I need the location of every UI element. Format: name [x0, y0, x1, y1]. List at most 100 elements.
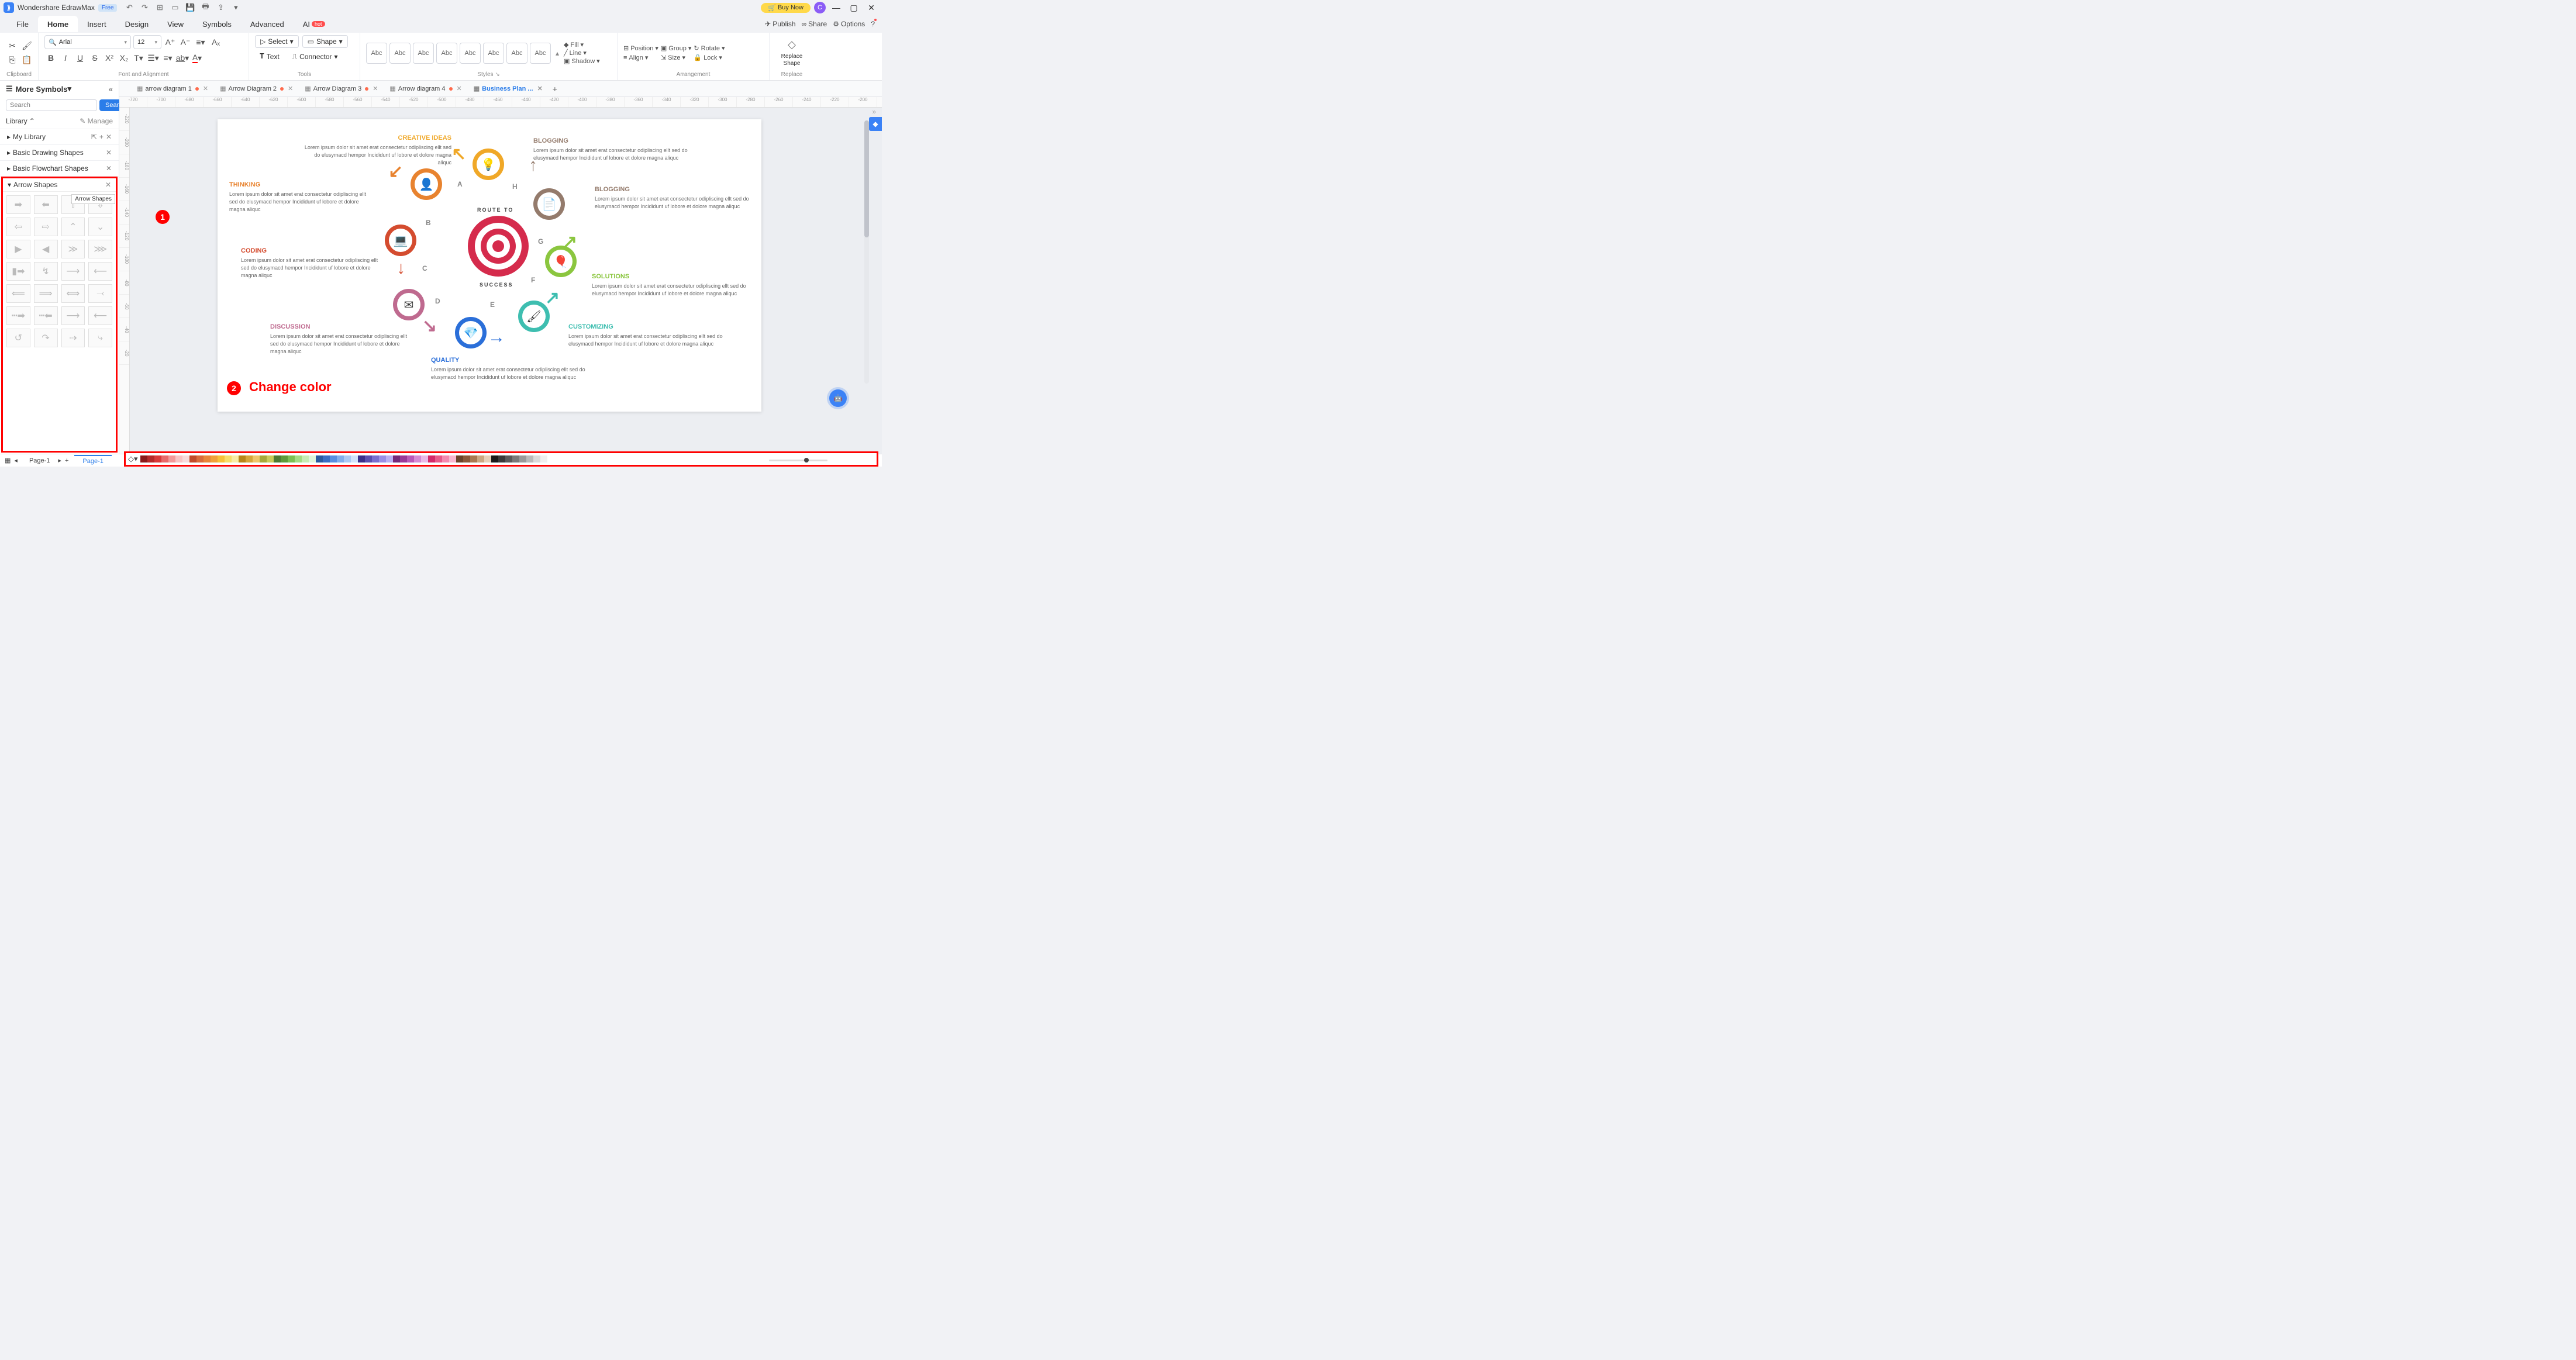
- color-swatch[interactable]: [456, 455, 463, 462]
- no-fill-icon[interactable]: ◇▾: [128, 454, 138, 464]
- style-preset-4[interactable]: Abc: [460, 43, 481, 64]
- style-preset-6[interactable]: Abc: [506, 43, 527, 64]
- color-swatch[interactable]: [147, 455, 154, 462]
- size-button[interactable]: ⇲ Size ▾: [661, 54, 692, 61]
- decrease-font-icon[interactable]: A⁻: [179, 36, 192, 49]
- color-swatch[interactable]: [337, 455, 344, 462]
- lib-import-icon[interactable]: ⇱: [91, 133, 97, 141]
- arrow-shape-7[interactable]: ⌄: [88, 218, 112, 236]
- color-swatch[interactable]: [246, 455, 253, 462]
- color-swatch[interactable]: [365, 455, 372, 462]
- color-swatch[interactable]: [400, 455, 407, 462]
- color-swatch[interactable]: [204, 455, 211, 462]
- bold-icon[interactable]: B: [44, 51, 57, 64]
- color-swatch[interactable]: [218, 455, 225, 462]
- page-list-icon[interactable]: ▦: [5, 457, 11, 464]
- basic-shapes-item[interactable]: Basic Drawing Shapes: [13, 149, 84, 157]
- color-swatch[interactable]: [491, 455, 498, 462]
- search-input[interactable]: [6, 99, 97, 111]
- arrow-shape-17[interactable]: ⟹: [34, 284, 58, 303]
- diagram-node[interactable]: 💎: [455, 317, 487, 348]
- color-swatch[interactable]: [140, 455, 147, 462]
- arrow-shape-18[interactable]: ⟺: [61, 284, 85, 303]
- rotate-button[interactable]: ↻ Rotate ▾: [694, 44, 725, 52]
- open-icon[interactable]: ▭: [168, 2, 181, 13]
- color-swatch[interactable]: [154, 455, 161, 462]
- doc-tab-2[interactable]: ▦ Arrow Diagram 3✕: [299, 81, 384, 96]
- color-swatch[interactable]: [505, 455, 512, 462]
- lock-button[interactable]: 🔒 Lock ▾: [694, 54, 725, 61]
- align-button[interactable]: ≡ Align ▾: [623, 54, 658, 61]
- format-painter-icon[interactable]: 🖌: [20, 40, 33, 53]
- highlight-icon[interactable]: ab▾: [176, 51, 189, 64]
- arrow-shape-24[interactable]: ↺: [6, 329, 30, 347]
- color-swatch[interactable]: [449, 455, 456, 462]
- color-swatch[interactable]: [295, 455, 302, 462]
- canvas-scrollbar[interactable]: [864, 120, 869, 384]
- doc-tab-4[interactable]: ▦ Business Plan ...✕: [468, 81, 549, 96]
- arrow-shape-1[interactable]: ⬅: [34, 195, 58, 214]
- fill-button[interactable]: ◆ Fill ▾: [564, 41, 600, 49]
- color-swatch[interactable]: [316, 455, 323, 462]
- color-swatch[interactable]: [274, 455, 281, 462]
- basic-close-icon[interactable]: ✕: [106, 149, 112, 157]
- shape-tool[interactable]: ▭ Shape ▾: [302, 35, 348, 48]
- collapse-panel-icon[interactable]: «: [109, 85, 113, 94]
- zoom-slider[interactable]: [769, 460, 827, 461]
- diagram-block[interactable]: CREATIVE IDEASLorem ipsum dolor sit amet…: [299, 134, 451, 166]
- save-icon[interactable]: 💾: [184, 2, 196, 13]
- share-button[interactable]: ∞ Share: [802, 20, 827, 28]
- next-page-icon[interactable]: ▸: [58, 457, 61, 464]
- subscript-icon[interactable]: X₂: [118, 51, 130, 64]
- more-symbols-button[interactable]: More Symbols: [16, 85, 68, 94]
- select-tool[interactable]: ▷ Select ▾: [255, 35, 299, 48]
- doc-tab-3[interactable]: ▦ Arrow diagram 4✕: [384, 81, 467, 96]
- right-panel-toggle[interactable]: ◆: [869, 117, 882, 131]
- arrow-shape-23[interactable]: ⟵: [88, 306, 112, 325]
- color-swatch[interactable]: [442, 455, 449, 462]
- color-swatch[interactable]: [302, 455, 309, 462]
- line-spacing-icon[interactable]: ≡▾: [194, 36, 207, 49]
- arrow-shapes-header[interactable]: Arrow Shapes: [13, 181, 57, 189]
- style-preset-7[interactable]: Abc: [530, 43, 551, 64]
- color-swatch[interactable]: [260, 455, 267, 462]
- canvas-expand-icon[interactable]: »: [872, 108, 876, 116]
- menu-file[interactable]: File: [7, 16, 38, 32]
- add-page-icon[interactable]: +: [65, 457, 68, 464]
- diagram-block[interactable]: CUSTOMIZINGLorem ipsum dolor sit amet er…: [568, 323, 732, 348]
- arrow-shape-12[interactable]: ▮➡: [6, 262, 30, 281]
- superscript-icon[interactable]: X²: [103, 51, 116, 64]
- lib-add-icon[interactable]: +: [99, 133, 104, 141]
- chat-fab-icon[interactable]: 🤖: [829, 389, 847, 407]
- color-swatch[interactable]: [533, 455, 540, 462]
- menu-design[interactable]: Design: [116, 16, 158, 32]
- arrow-shape-10[interactable]: ≫: [61, 240, 85, 258]
- italic-icon[interactable]: I: [59, 51, 72, 64]
- increase-font-icon[interactable]: A⁺: [164, 36, 177, 49]
- strike-icon[interactable]: S: [88, 51, 101, 64]
- color-swatch[interactable]: [372, 455, 379, 462]
- style-scroll-up[interactable]: ▴: [553, 49, 561, 57]
- style-preset-3[interactable]: Abc: [436, 43, 457, 64]
- color-swatch[interactable]: [351, 455, 358, 462]
- menu-ai[interactable]: AIhot: [294, 16, 334, 32]
- color-swatch[interactable]: [435, 455, 442, 462]
- print-icon[interactable]: 🖶: [199, 2, 212, 13]
- bullets-icon[interactable]: ☰▾: [147, 51, 160, 64]
- color-swatch[interactable]: [309, 455, 316, 462]
- prev-page-icon[interactable]: ◂: [14, 457, 18, 464]
- style-preset-0[interactable]: Abc: [366, 43, 387, 64]
- doc-tab-1[interactable]: ▦ Arrow Diagram 2✕: [214, 81, 299, 96]
- diagram-node[interactable]: 👤: [411, 168, 442, 200]
- flowchart-close-icon[interactable]: ✕: [106, 164, 112, 172]
- help-icon[interactable]: ?: [871, 20, 875, 28]
- arrow-shape-3[interactable]: ⇩Arrow Shapes: [88, 195, 112, 214]
- color-swatch[interactable]: [267, 455, 274, 462]
- close-icon[interactable]: ✕: [864, 2, 878, 13]
- color-swatch[interactable]: [323, 455, 330, 462]
- diagram-node[interactable]: 💡: [473, 149, 504, 180]
- group-button[interactable]: ▣ Group ▾: [661, 44, 692, 52]
- arrow-shape-27[interactable]: ⤷: [88, 329, 112, 347]
- minimize-icon[interactable]: —: [829, 2, 843, 13]
- color-swatch[interactable]: [281, 455, 288, 462]
